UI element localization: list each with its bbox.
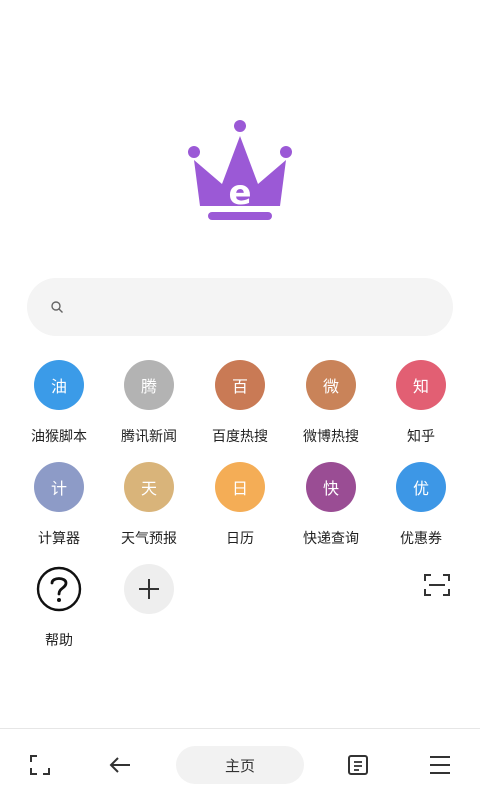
crown-logo: e: [188, 120, 292, 220]
back-arrow-icon[interactable]: [108, 753, 132, 777]
tampermonkey-icon: 油: [34, 360, 84, 410]
shortcut-weather[interactable]: 天 天气预报: [104, 462, 194, 552]
calendar-icon: 日: [215, 462, 265, 512]
home-button[interactable]: 主页: [176, 746, 304, 784]
menu-icon[interactable]: [428, 753, 452, 777]
shortcut-label: 快递查询: [303, 531, 359, 547]
search-icon: [51, 301, 63, 313]
shortcut-label: 天气预报: [121, 531, 177, 547]
shortcut-express[interactable]: 快 快递查询: [286, 462, 376, 552]
scan-icon[interactable]: [424, 573, 450, 597]
weather-icon: 天: [124, 462, 174, 512]
tencent-news-icon: 腾: [124, 360, 174, 410]
shortcut-calculator[interactable]: 计 计算器: [14, 462, 104, 552]
shortcut-baidu-hot[interactable]: 百 百度热搜: [195, 360, 285, 450]
fullscreen-icon[interactable]: [28, 753, 52, 777]
express-icon: 快: [306, 462, 356, 512]
shortcut-label: 计算器: [38, 531, 80, 547]
shortcut-label: 腾讯新闻: [121, 429, 177, 445]
weibo-hot-icon: 微: [306, 360, 356, 410]
shortcut-zhihu[interactable]: 知 知乎: [376, 360, 466, 450]
add-shortcut-button[interactable]: [104, 564, 194, 654]
shortcut-label: 百度热搜: [212, 429, 268, 445]
coupon-icon: 优: [396, 462, 446, 512]
bottom-toolbar: 主页: [0, 728, 480, 800]
shortcut-tampermonkey[interactable]: 油 油猴脚本: [14, 360, 104, 450]
shortcut-label: 微博热搜: [303, 429, 359, 445]
shortcut-label: 日历: [226, 531, 254, 547]
baidu-hot-icon: 百: [215, 360, 265, 410]
logo-letter: e: [228, 173, 251, 213]
shortcut-coupon[interactable]: 优 优惠券: [376, 462, 466, 552]
shortcut-label: 知乎: [407, 429, 435, 445]
tabs-icon[interactable]: [346, 753, 370, 777]
home-label: 主页: [224, 756, 255, 775]
shortcut-weibo-hot[interactable]: 微 微博热搜: [286, 360, 376, 450]
search-input[interactable]: [73, 288, 383, 326]
browser-home-page: e 油 油猴脚本 腾 腾讯新闻 百 百度热搜 微 微博热搜 知 知乎 计 计算器…: [0, 0, 480, 800]
help-icon: [34, 564, 84, 614]
shortcut-tencent-news[interactable]: 腾 腾讯新闻: [104, 360, 194, 450]
zhihu-icon: 知: [396, 360, 446, 410]
shortcut-label: 油猴脚本: [31, 429, 87, 445]
shortcut-label: 优惠券: [400, 531, 442, 547]
calculator-icon: 计: [34, 462, 84, 512]
plus-icon: [124, 564, 174, 614]
shortcut-help[interactable]: 帮助: [14, 564, 104, 654]
shortcut-label: 帮助: [45, 633, 73, 649]
shortcut-calendar[interactable]: 日 日历: [195, 462, 285, 552]
search-bar[interactable]: [27, 278, 453, 596]
